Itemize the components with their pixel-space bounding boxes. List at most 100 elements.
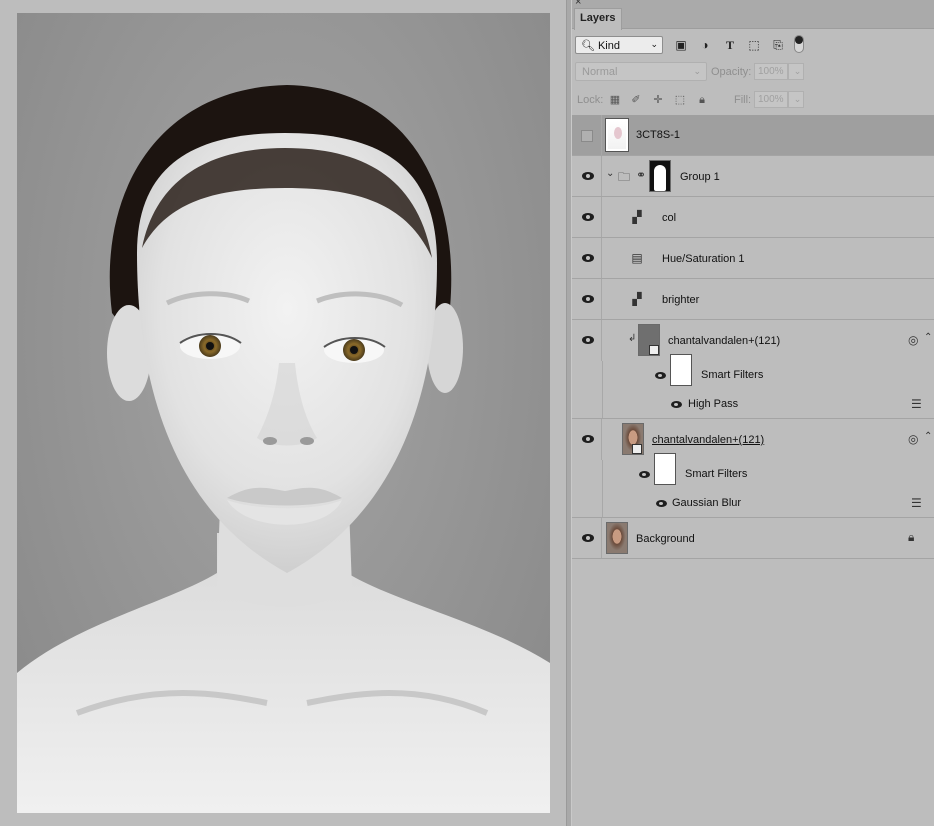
blend-mode-select[interactable]: Normal ⌄ xyxy=(575,62,707,81)
smart-object-filter-icon[interactable]: ⎘ xyxy=(770,37,786,53)
eye-icon[interactable] xyxy=(582,295,594,303)
smart-filter-mask-thumbnail[interactable] xyxy=(670,354,692,386)
layer-row[interactable]: ▞ brighter xyxy=(572,279,934,320)
layer-name[interactable]: Hue/Saturation 1 xyxy=(662,253,745,265)
eye-icon[interactable] xyxy=(656,500,667,507)
chevron-up-icon[interactable]: ⌃ xyxy=(924,332,932,343)
filter-row-gaussian-blur[interactable]: Gaussian Blur ☰ xyxy=(572,488,934,518)
visibility-toggle[interactable] xyxy=(572,156,602,196)
document-canvas[interactable] xyxy=(0,0,566,826)
eye-icon[interactable] xyxy=(655,372,666,379)
filter-blending-options-icon[interactable]: ☰ xyxy=(911,496,922,510)
opacity-label: Opacity: xyxy=(711,66,752,78)
smart-filter-options-icon[interactable]: ◎ xyxy=(908,333,918,347)
layer-name[interactable]: chantalvandalen+(121) xyxy=(668,335,780,347)
filter-kind-label: Kind xyxy=(597,40,620,52)
fill-label: Fill: xyxy=(734,94,752,106)
close-icon[interactable]: × xyxy=(575,0,581,8)
visibility-toggle[interactable] xyxy=(572,238,602,278)
smart-filter-options-icon[interactable]: ◎ xyxy=(908,432,918,446)
group-mask-thumbnail[interactable] xyxy=(649,160,671,192)
layer-name[interactable]: brighter xyxy=(662,294,699,306)
visibility-toggle[interactable] xyxy=(572,197,602,237)
filter-row-high-pass[interactable]: High Pass ☰ xyxy=(572,389,934,419)
eye-icon[interactable] xyxy=(582,213,594,221)
curves-adjustment-icon: ▞ xyxy=(632,292,642,306)
lock-transparent-icon[interactable]: ▦ xyxy=(608,93,622,107)
layer-row[interactable]: ▞ col xyxy=(572,197,934,238)
layer-name[interactable]: Group 1 xyxy=(680,171,720,183)
lock-icon: 🔒︎ xyxy=(908,530,915,544)
panel-title-bar: × xyxy=(572,0,934,8)
filter-blending-options-icon[interactable]: ☰ xyxy=(911,397,922,411)
fill-field[interactable]: 100% xyxy=(754,91,788,108)
smart-object-badge-icon xyxy=(632,444,642,454)
hidden-visibility-box[interactable] xyxy=(581,130,593,142)
layer-row[interactable]: ⌄ 🗀︎ ⚭ Group 1 xyxy=(572,156,934,197)
eye-icon[interactable] xyxy=(582,534,594,542)
layer-row[interactable]: chantalvandalen+(121) ◎ ⌃ xyxy=(572,419,934,460)
search-icon: 🔍︎ xyxy=(581,40,595,52)
lock-paint-icon[interactable]: ✐ xyxy=(629,93,643,107)
shape-filter-icon[interactable]: ⬚ xyxy=(746,37,762,53)
fill-dropdown[interactable]: ⌄ xyxy=(788,91,804,108)
type-filter-icon[interactable]: T xyxy=(722,37,738,53)
portrait-photo xyxy=(17,13,550,813)
hue-saturation-icon: ▤ xyxy=(631,251,643,265)
layer-name[interactable]: Background xyxy=(636,533,695,545)
link-icon[interactable]: ⚭ xyxy=(636,168,646,182)
chevron-up-icon[interactable]: ⌃ xyxy=(924,431,932,442)
clipping-arrow-icon: ↲ xyxy=(628,333,637,344)
opacity-field[interactable]: 100% xyxy=(754,63,788,80)
eye-icon[interactable] xyxy=(582,254,594,262)
eye-icon[interactable] xyxy=(582,172,594,180)
layer-name[interactable]: chantalvandalen+(121) xyxy=(652,434,764,446)
layer-row[interactable]: ▤ Hue/Saturation 1 xyxy=(572,238,934,279)
chevron-down-icon[interactable]: ⌄ xyxy=(606,168,614,179)
eye-icon[interactable] xyxy=(582,336,594,344)
smart-filters-row[interactable]: Smart Filters xyxy=(572,453,934,488)
tab-layers[interactable]: Layers xyxy=(574,8,622,30)
blend-mode-value: Normal xyxy=(582,66,618,78)
visibility-toggle[interactable] xyxy=(572,279,602,319)
layer-thumbnail xyxy=(606,522,628,554)
chevron-down-icon: ⌄ xyxy=(693,66,701,76)
opacity-dropdown[interactable]: ⌄ xyxy=(788,63,804,80)
layer-row[interactable]: ↲ chantalvandalen+(121) ◎ ⌃ xyxy=(572,320,934,361)
layer-row[interactable]: 3CT8S-1 xyxy=(572,115,934,156)
lock-artboard-icon[interactable]: ⬚ xyxy=(673,93,687,107)
layer-row[interactable]: Background 🔒︎ xyxy=(572,518,934,559)
adjustment-filter-icon[interactable]: ◑ xyxy=(697,37,713,53)
panel-tab-strip: Layers xyxy=(572,8,934,30)
filter-name[interactable]: Gaussian Blur xyxy=(672,497,741,509)
layer-thumbnail xyxy=(605,118,629,152)
layer-list: 3CT8S-1 ⌄ 🗀︎ ⚭ Group 1 ▞ col ▤ Hue/Satur… xyxy=(572,115,934,559)
portrait-illustration xyxy=(17,85,550,813)
image-filter-icon[interactable]: ▣ xyxy=(673,37,689,53)
filter-name[interactable]: High Pass xyxy=(688,398,738,410)
curves-adjustment-icon: ▞ xyxy=(632,210,642,224)
smart-filters-row[interactable]: Smart Filters xyxy=(572,354,934,389)
smart-filters-label[interactable]: Smart Filters xyxy=(701,369,763,381)
smart-filter-mask-thumbnail[interactable] xyxy=(654,453,676,485)
filter-row: 🔍︎ Kind ⌄ ▣ ◑ T ⬚ ⎘ xyxy=(572,30,934,58)
eye-icon[interactable] xyxy=(671,401,682,408)
visibility-toggle[interactable] xyxy=(572,115,602,155)
filter-toggle[interactable] xyxy=(794,35,804,53)
lock-position-icon[interactable]: ✛ xyxy=(651,93,665,107)
chevron-down-icon: ⌄ xyxy=(650,39,658,49)
blend-row: Normal ⌄ Opacity: 100% ⌄ xyxy=(572,60,934,84)
folder-icon: 🗀︎ xyxy=(618,170,631,184)
lock-label: Lock: xyxy=(577,94,604,106)
visibility-toggle[interactable] xyxy=(572,320,602,361)
visibility-toggle[interactable] xyxy=(572,518,602,558)
visibility-toggle[interactable] xyxy=(572,419,602,460)
smart-filters-label[interactable]: Smart Filters xyxy=(685,468,747,480)
layers-panel: × Layers 🔍︎ Kind ⌄ ▣ ◑ T ⬚ ⎘ Normal ⌄ Opa… xyxy=(572,0,934,826)
filter-kind-select[interactable]: 🔍︎ Kind ⌄ xyxy=(575,36,663,54)
layer-name[interactable]: 3CT8S-1 xyxy=(636,129,680,141)
lock-all-icon[interactable]: 🔒︎ xyxy=(695,93,709,107)
eye-icon[interactable] xyxy=(639,471,650,478)
eye-icon[interactable] xyxy=(582,435,594,443)
layer-name[interactable]: col xyxy=(662,212,676,224)
